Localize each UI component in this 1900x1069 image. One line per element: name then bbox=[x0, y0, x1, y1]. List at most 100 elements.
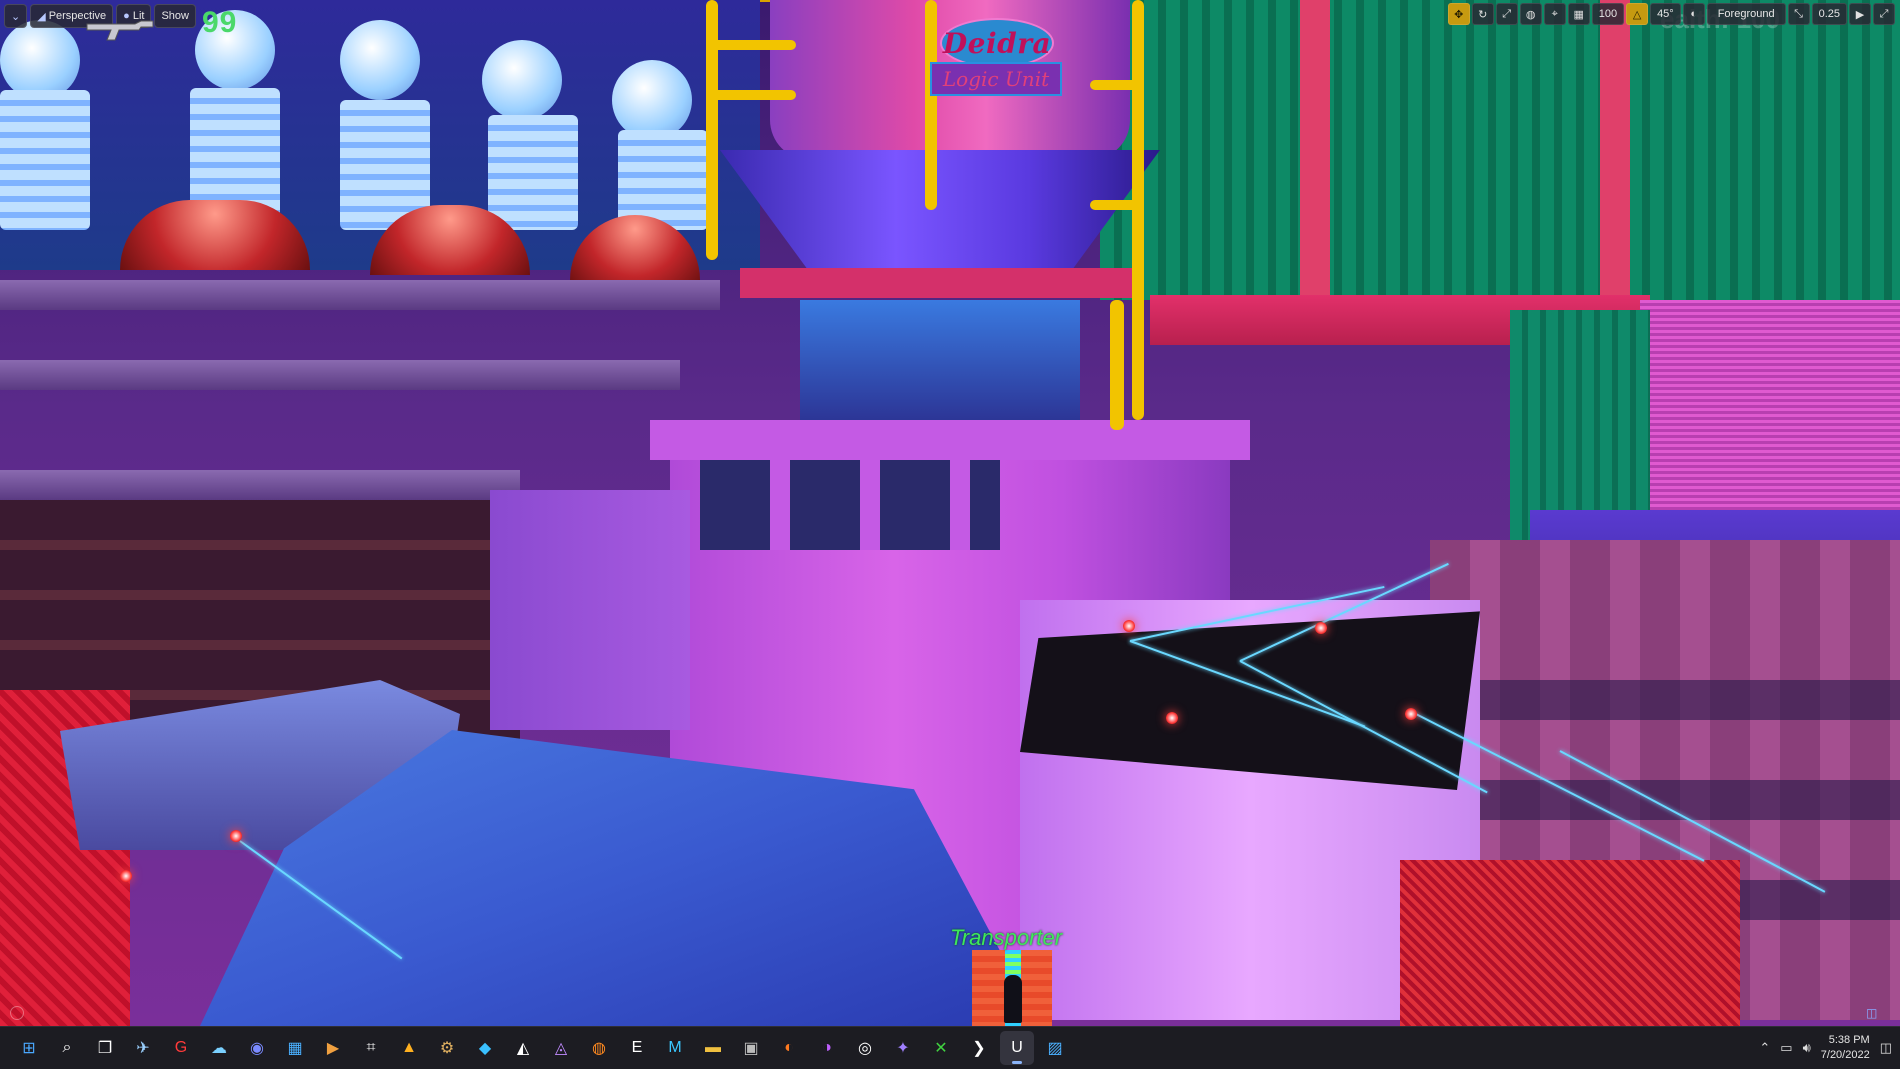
yellow-pipe bbox=[706, 0, 718, 260]
discord-icon[interactable]: ◉ bbox=[240, 1031, 274, 1065]
logic-unit-sign-text: Logic Unit bbox=[942, 67, 1050, 91]
viewport-options-button[interactable]: ⌄ bbox=[4, 4, 28, 28]
notification-icon[interactable]: ◫ bbox=[1880, 1040, 1892, 1056]
capacitor-coil bbox=[488, 115, 578, 230]
affinity-icon[interactable]: ◬ bbox=[544, 1031, 578, 1065]
wall-stripe bbox=[1600, 0, 1630, 300]
red-floor bbox=[1400, 860, 1740, 1026]
clock-date: 7/20/2022 bbox=[1820, 1049, 1870, 1061]
capacitor-globe bbox=[612, 60, 692, 140]
system-tray: ⌃ ▭ 🔊︎ 5:38 PM 7/20/2022 ◫ bbox=[1759, 1027, 1892, 1069]
foreground-dropdown[interactable]: Foreground bbox=[1706, 3, 1786, 25]
photos-icon[interactable]: ▨ bbox=[1038, 1031, 1072, 1065]
weapon-hud-icon bbox=[86, 20, 154, 41]
wall-stripe bbox=[1300, 0, 1330, 300]
maximize-viewport-icon[interactable]: ⤢ bbox=[1873, 3, 1895, 25]
capacitor-globe bbox=[340, 20, 420, 100]
control-room bbox=[800, 300, 1080, 440]
maya-icon[interactable]: M bbox=[658, 1031, 692, 1065]
terminal-icon[interactable]: ▣ bbox=[734, 1031, 768, 1065]
clock-time: 5:38 PM bbox=[1828, 1034, 1870, 1046]
show-button[interactable]: Show bbox=[154, 4, 196, 28]
epic-games-icon[interactable]: E bbox=[620, 1031, 654, 1065]
scale-icon[interactable]: ⤢ bbox=[1495, 3, 1518, 25]
building-ledge bbox=[650, 420, 1250, 460]
firefox-private-icon[interactable]: ◑ bbox=[810, 1031, 844, 1065]
grid-snap-icon[interactable]: ▦ bbox=[1567, 3, 1590, 25]
chevron-down-icon: ⌄ bbox=[11, 10, 21, 23]
camera-speed-icon[interactable]: ▶ bbox=[1849, 3, 1871, 25]
yellow-ladder bbox=[1132, 0, 1144, 420]
gallery-walkway bbox=[0, 470, 520, 500]
gallery-walkway bbox=[0, 360, 680, 390]
capacitor-globe bbox=[0, 20, 80, 100]
left-annex bbox=[490, 490, 690, 730]
yellow-pipe bbox=[706, 90, 796, 100]
rotation-snap-value[interactable]: 45° bbox=[1650, 3, 1681, 25]
capacitor-coil bbox=[0, 90, 90, 230]
red-beacon bbox=[120, 870, 132, 882]
xbox-icon[interactable]: ✕ bbox=[924, 1031, 958, 1065]
logic-unit-sign: Logic Unit bbox=[930, 62, 1062, 96]
snipping-tool-icon[interactable]: ⌗ bbox=[354, 1031, 388, 1065]
level-viewport[interactable]: Deidra Logic Unit Transporter ealth: 100 bbox=[0, 0, 1900, 1026]
settings-app-icon[interactable]: ⚙ bbox=[430, 1031, 464, 1065]
viewport-info-icon[interactable] bbox=[10, 1006, 24, 1020]
yellow-pipe bbox=[1110, 300, 1124, 430]
network-icon[interactable]: ▭ bbox=[1780, 1040, 1792, 1056]
unity-icon[interactable]: ◭ bbox=[506, 1031, 540, 1065]
transform-move-icon[interactable]: ✥ bbox=[1447, 3, 1470, 25]
plane-app-icon[interactable]: ✈ bbox=[126, 1031, 160, 1065]
scale-snap-value[interactable]: 0.25 bbox=[1811, 3, 1847, 25]
arrow-app-icon[interactable]: ❯ bbox=[962, 1031, 996, 1065]
gallery-walkway bbox=[0, 280, 720, 310]
unreal-engine-icon[interactable]: U bbox=[1000, 1031, 1034, 1065]
widgets-icon[interactable]: ▦ bbox=[278, 1031, 312, 1065]
red-beacon bbox=[1315, 622, 1327, 634]
g-hub-icon[interactable]: G bbox=[164, 1031, 198, 1065]
search-icon[interactable]: ⌕ bbox=[50, 1031, 84, 1065]
yellow-ladder bbox=[925, 0, 937, 210]
rotate-icon[interactable]: ↻ bbox=[1471, 3, 1494, 25]
media-player-icon[interactable]: ▶ bbox=[316, 1031, 350, 1065]
layer-icon[interactable]: ◐ bbox=[1682, 3, 1705, 25]
yellow-ladder-rung bbox=[1090, 200, 1144, 210]
tray-overflow-icon[interactable]: ⌃ bbox=[1759, 1040, 1770, 1056]
firefox-icon[interactable]: ◐ bbox=[772, 1031, 806, 1065]
building-windows bbox=[700, 460, 1000, 550]
deidra-sign-text: Deidra bbox=[942, 26, 1052, 60]
windows-taskbar: ⊞ ⌕ ❐ ✈ G ☁ ◉ ▦ ▶ ⌗ ▲ ⚙ ◆ ◭ ◬ ◍ E M ▬ ▣ ◐ ◑ ◎ ✦ ✕ ❯ U ▨ ⌃ ▭ 🔊︎ 5:38… bbox=[0, 1026, 1900, 1069]
volume-icon[interactable]: 🔊︎ bbox=[1803, 1040, 1811, 1056]
scale-snap-icon[interactable]: ⤡ bbox=[1787, 3, 1810, 25]
autodesk-icon[interactable]: ▲ bbox=[392, 1031, 426, 1065]
eye-app-icon[interactable]: ◎ bbox=[848, 1031, 882, 1065]
viewport-corner-icon[interactable]: ◫ bbox=[1866, 1006, 1880, 1020]
blender-icon[interactable]: ◍ bbox=[582, 1031, 616, 1065]
tower-deck bbox=[740, 268, 1140, 298]
red-beacon bbox=[1123, 620, 1135, 632]
file-explorer-icon[interactable]: ▬ bbox=[696, 1031, 730, 1065]
grid-size-value[interactable]: 100 bbox=[1591, 3, 1625, 25]
cloud-app-icon[interactable]: ☁ bbox=[202, 1031, 236, 1065]
red-beacon bbox=[1166, 712, 1178, 724]
game-controller-icon[interactable]: ✦ bbox=[886, 1031, 920, 1065]
taskbar-apps: ⊞ ⌕ ❐ ✈ G ☁ ◉ ▦ ▶ ⌗ ▲ ⚙ ◆ ◭ ◬ ◍ E M ▬ ▣ ◐ ◑ ◎ ✦ ✕ ❯ U ▨ bbox=[0, 1031, 1072, 1065]
red-beacon bbox=[230, 830, 242, 842]
transporter-label: Transporter bbox=[950, 925, 1063, 950]
capacitor-globe bbox=[482, 40, 562, 120]
show-label: Show bbox=[161, 10, 189, 22]
blue-diamond-icon[interactable]: ◆ bbox=[468, 1031, 502, 1065]
deidra-sign: Deidra bbox=[940, 18, 1054, 68]
windows-start-icon[interactable]: ⊞ bbox=[12, 1031, 46, 1065]
perspective-icon: ◢ bbox=[37, 10, 46, 23]
viewport-toolbar-right: ✥ ↻ ⤢ ◍ ⌖ ▦ 100 △ 45° ◐ Foreground ⤡ 0.2… bbox=[1447, 3, 1895, 25]
surface-snap-icon[interactable]: ⌖ bbox=[1543, 3, 1566, 25]
rotation-snap-icon[interactable]: △ bbox=[1626, 3, 1649, 25]
green-back-wall bbox=[1100, 0, 1900, 300]
player-character bbox=[1004, 975, 1022, 1023]
world-space-icon[interactable]: ◍ bbox=[1519, 3, 1542, 25]
task-view-icon[interactable]: ❐ bbox=[88, 1031, 122, 1065]
red-beacon bbox=[1405, 708, 1417, 720]
clock[interactable]: 5:38 PM 7/20/2022 bbox=[1821, 1033, 1870, 1063]
tank-funnel bbox=[720, 150, 1160, 270]
